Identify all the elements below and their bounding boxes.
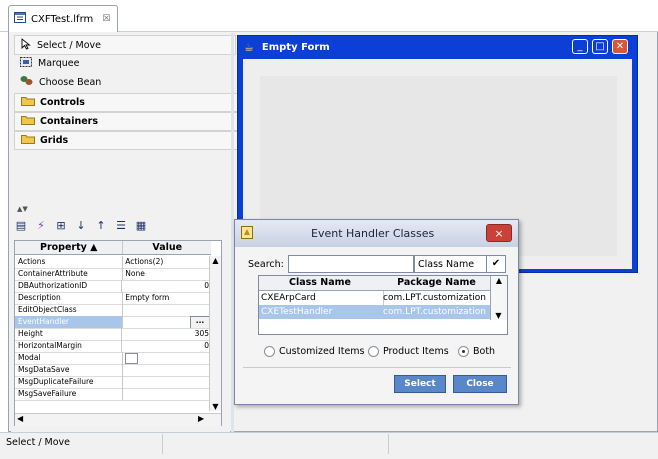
column-header-property[interactable]: Property ▲ [15, 241, 124, 254]
java-icon: ☕ [244, 40, 254, 54]
radio-circle[interactable] [264, 346, 275, 357]
palette-item-label: Marquee [38, 57, 80, 69]
search-by-value: Class Name [418, 258, 475, 270]
properties-toolbar: ▤ ⚡ ⊞ ↓ ↑ ☰ ▦ [11, 214, 230, 236]
folder-icon [21, 96, 35, 109]
radio-product-items[interactable]: Product Items [368, 346, 449, 357]
scroll-down-icon[interactable]: ▼ [210, 402, 221, 411]
sort-descending-icon[interactable]: ↑ [94, 219, 108, 232]
scroll-down-icon[interactable]: ▼ [491, 311, 506, 320]
table-row-package[interactable]: com.LPT.customization [381, 291, 495, 305]
column-header-class-name[interactable]: Class Name [259, 276, 382, 291]
palette-item-label: Select / Move [37, 39, 102, 51]
status-divider [388, 434, 389, 454]
maximize-icon[interactable]: □ [592, 39, 608, 54]
select-button[interactable]: Select [394, 375, 446, 393]
status-text: Select / Move [6, 437, 71, 448]
search-input[interactable] [288, 255, 414, 273]
property-table: Property ▲ Value Actions Actions(2) Conta… [14, 240, 222, 426]
table-row-package-selected[interactable]: com.LPT.customization [381, 305, 495, 319]
scroll-right-icon[interactable]: ▶ [198, 414, 204, 423]
status-bar [0, 432, 658, 459]
modal-checkbox[interactable] [125, 352, 139, 364]
table-row[interactable]: MsgSaveFailure [15, 388, 211, 401]
vertical-scrollbar[interactable]: ▲ ▼ [490, 276, 507, 320]
scroll-left-icon[interactable]: ◀ [17, 414, 23, 423]
palette-category-grids[interactable]: Grids [14, 131, 238, 150]
ellipsis-button[interactable]: ... [190, 316, 210, 328]
properties-panel: ▤ ⚡ ⊞ ↓ ↑ ☰ ▦ Property ▲ Value Actions Ac… [11, 214, 230, 432]
arrow-cursor-icon [21, 37, 31, 53]
folder-icon [21, 115, 35, 128]
horizontal-scrollbar[interactable]: ◀ ▶ [15, 413, 221, 426]
dialog-close-icon[interactable]: × [486, 224, 512, 242]
category-label: Grids [40, 135, 69, 146]
handler-class-table: Class Name Package Name CXEArpCard com.L… [258, 275, 508, 335]
palette-panel: Select / Move Marquee Choose Bean Contro… [11, 33, 238, 213]
dialog-title-bar[interactable]: Event Handler Classes × [235, 220, 518, 247]
scroll-up-icon[interactable]: ▲ [210, 256, 221, 265]
marquee-icon [20, 56, 32, 70]
events-icon[interactable]: ⚡ [34, 219, 48, 232]
minimize-icon[interactable]: _ [572, 39, 588, 54]
radio-circle[interactable] [368, 346, 379, 357]
divider [243, 367, 511, 368]
tab-cxftest[interactable]: CXFTest.lfrm ☒ [8, 5, 118, 32]
form-file-icon [14, 12, 26, 26]
form-title: Empty Form [261, 41, 330, 53]
table-row-class-selected[interactable]: CXETestHandler [259, 305, 384, 319]
radio-customized-items[interactable]: Customized Items [264, 346, 365, 357]
palette-choose-bean[interactable]: Choose Bean [14, 73, 234, 91]
table-row-class[interactable]: CXEArpCard [259, 291, 384, 305]
categorize-icon[interactable]: ☰ [114, 219, 128, 232]
folder-icon [21, 134, 35, 147]
category-label: Containers [40, 116, 99, 127]
tab-close-icon[interactable]: ☒ [102, 14, 110, 24]
palette-category-containers[interactable]: Containers [14, 112, 238, 131]
bean-icon [20, 75, 33, 89]
search-label: Search: [248, 259, 284, 270]
dialog-title: Event Handler Classes [311, 227, 435, 240]
chevron-down-icon[interactable]: ✔ [486, 256, 505, 272]
sort-ascending-icon[interactable]: ↓ [74, 219, 88, 232]
category-label: Controls [40, 97, 85, 108]
close-icon[interactable]: ✕ [612, 39, 628, 54]
status-divider [162, 434, 163, 454]
column-header-package-name[interactable]: Package Name [381, 276, 493, 291]
property-table-header: Property ▲ Value [15, 241, 211, 255]
panel-collapse-arrows-icon[interactable]: ▲▼ [17, 205, 28, 213]
palette-item-label: Choose Bean [39, 76, 102, 88]
close-button[interactable]: Close [453, 375, 507, 393]
table-icon[interactable]: ▦ [134, 219, 148, 232]
search-by-select[interactable]: Class Name ✔ [414, 255, 506, 273]
palette-select-move[interactable]: Select / Move [14, 35, 236, 55]
properties-view-icon[interactable]: ▤ [14, 219, 28, 232]
palette-category-controls[interactable]: Controls [14, 93, 238, 112]
palette-marquee[interactable]: Marquee [14, 54, 234, 72]
scroll-up-icon[interactable]: ▲ [491, 276, 507, 285]
radio-both[interactable]: Both [458, 346, 495, 357]
tab-label: CXFTest.lfrm [31, 13, 94, 25]
column-header-value[interactable]: Value [123, 241, 211, 254]
event-handler-dialog: Event Handler Classes × Search: Class Na… [234, 219, 519, 405]
vertical-scrollbar[interactable]: ▲ ▼ [209, 256, 221, 411]
grid-icon[interactable]: ⊞ [54, 219, 68, 232]
dialog-app-icon [241, 226, 253, 242]
radio-circle-selected[interactable] [458, 346, 469, 357]
